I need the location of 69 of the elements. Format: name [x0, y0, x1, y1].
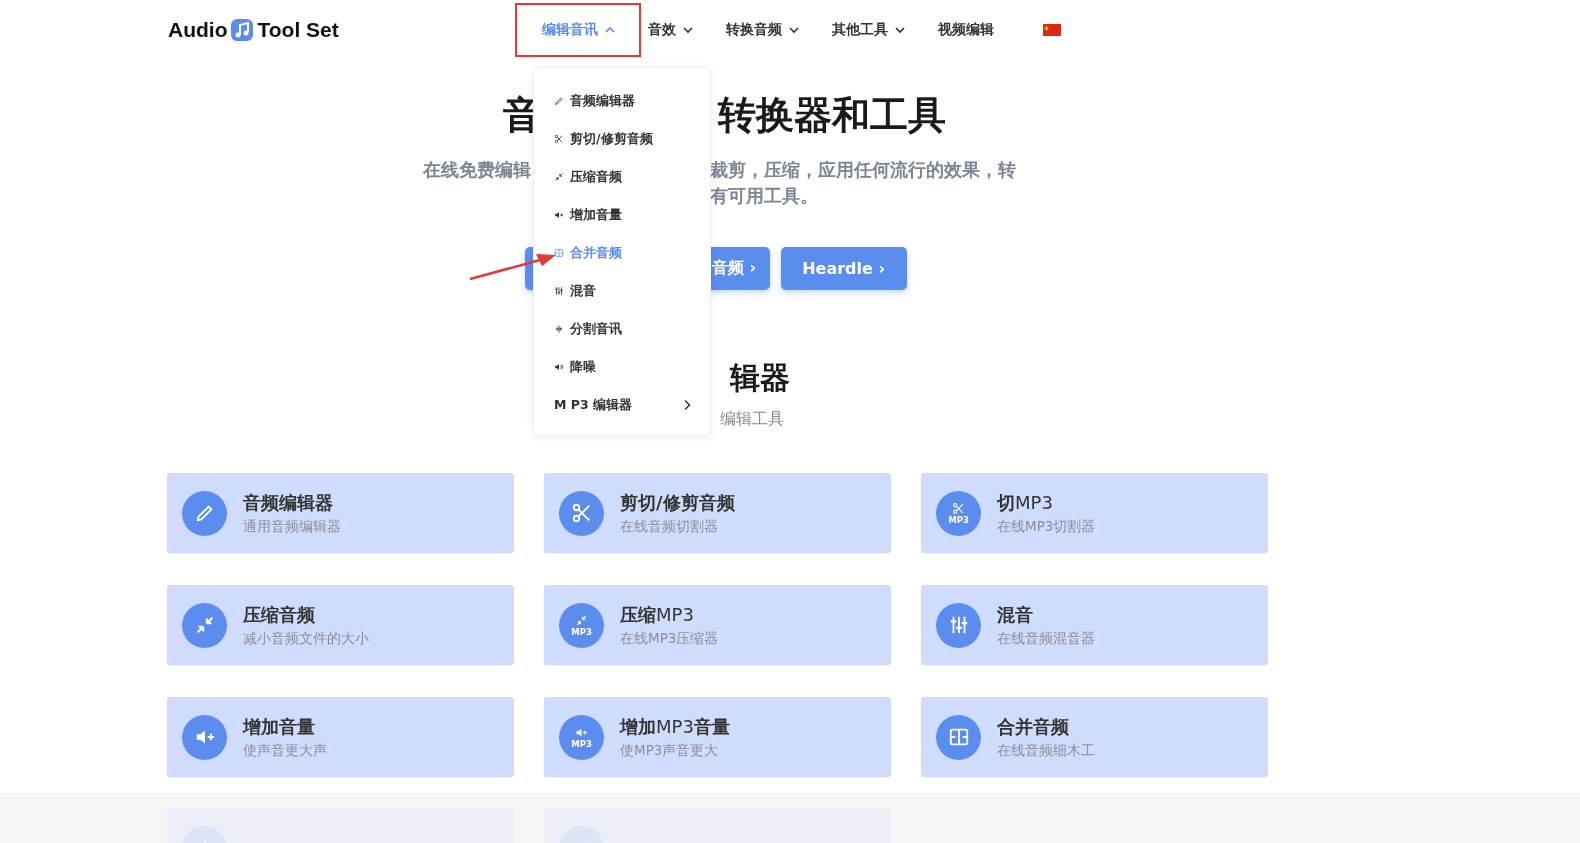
mp3-icon: MP3	[559, 602, 604, 648]
hero-title: 转换器和工具	[718, 92, 946, 138]
pencil-icon	[554, 96, 564, 106]
dropdown-item[interactable]: 音频编辑器	[534, 82, 710, 120]
card-title: 压缩音频	[243, 602, 316, 627]
card-title: 压缩MP3	[620, 602, 695, 627]
hero-subtitle: 裁剪，压缩，应用任何流行的效果，转	[710, 158, 1016, 182]
sliders-icon	[936, 602, 981, 648]
dropdown-item[interactable]: 剪切/修剪音频	[534, 120, 710, 158]
dropdown-item[interactable]: 压缩音频	[534, 158, 710, 196]
card-title: 混音	[997, 602, 1034, 627]
logo-text[interactable]: Audio	[168, 18, 228, 42]
card-title: 切MP3	[997, 490, 1054, 515]
volume-plus-icon	[554, 210, 564, 220]
scissors-icon	[559, 490, 604, 536]
tool-card[interactable]: 音频编辑器 通用音频编辑器	[167, 473, 514, 553]
tool-card[interactable]: 混音 在线音频混音器	[921, 585, 1268, 665]
card-description: 使声音更大声	[243, 741, 327, 760]
flag-icon[interactable]	[1042, 24, 1061, 36]
chevron-right-icon	[682, 399, 692, 411]
tool-card[interactable]: MP3 增加MP3音量 使MP3声音更大	[544, 697, 891, 777]
card-description: 通用音频编辑器	[243, 517, 341, 536]
mp3-icon: MP3	[936, 490, 981, 536]
music-note-icon[interactable]	[230, 18, 255, 42]
card-description: 在线音频混音器	[997, 629, 1095, 648]
tool-card[interactable]: 剪切/修剪音频 在线音频切割器	[544, 473, 891, 553]
speaker-icon	[554, 362, 564, 372]
card-title: 增加MP3音量	[620, 714, 730, 739]
hero-subtitle: 在线免费编辑	[423, 158, 531, 182]
card-description: 使MP3声音更大	[620, 741, 720, 760]
volume-plus-icon	[182, 714, 227, 760]
pencil-icon	[182, 490, 227, 536]
mp3-icon: MP3	[559, 714, 604, 760]
merge-icon	[936, 714, 981, 760]
tool-card[interactable]: 压缩音频 减小音频文件的大小	[167, 585, 514, 665]
dropdown-item[interactable]: 降噪	[534, 348, 710, 386]
card-description: 在线音频细木工	[997, 741, 1095, 760]
caret-icon	[787, 24, 800, 36]
card-description: 减小音频文件的大小	[243, 629, 369, 648]
logo-text[interactable]: Tool Set	[257, 18, 339, 42]
card-title: 合并音频	[997, 714, 1070, 739]
section-subtitle: 编辑工具	[720, 408, 784, 430]
nav-menu-item[interactable]: 音效	[647, 21, 694, 39]
merge-icon	[554, 248, 564, 258]
split-icon	[554, 324, 564, 334]
card-title: 剪切/修剪音频	[620, 490, 735, 515]
caret-icon	[893, 24, 906, 36]
card-title: 增加音量	[243, 714, 316, 739]
card-description: 在线MP3压缩器	[620, 629, 719, 648]
scissors-icon	[554, 134, 564, 144]
tool-card[interactable]: MP3 压缩MP3 在线MP3压缩器	[544, 585, 891, 665]
dropdown-item[interactable]: M P3 编辑器	[534, 386, 710, 424]
tool-card[interactable]: MP3 切MP3 在线MP3切割器	[921, 473, 1268, 553]
nav-link[interactable]: 视频编辑	[937, 21, 994, 39]
nav-menu-item[interactable]: 转换音频	[725, 21, 800, 39]
dropdown-item[interactable]: 增加音量	[534, 196, 710, 234]
dropdown-item[interactable]: 分割音讯	[534, 310, 710, 348]
card-description: 在线MP3切割器	[997, 517, 1096, 536]
hero-subtitle: 有可用工具。	[710, 184, 818, 208]
tool-card[interactable]: 增加音量 使声音更大声	[167, 697, 514, 777]
nav-menu-item[interactable]: 其他工具	[831, 21, 906, 39]
tool-card[interactable]: 合并音频 在线音频细木工	[921, 697, 1268, 777]
compress-icon	[554, 172, 564, 182]
compress-icon	[182, 602, 227, 648]
section-title: 辑器	[730, 359, 790, 397]
card-title: 音频编辑器	[243, 490, 334, 515]
card-description: 在线音频切割器	[620, 517, 719, 536]
sliders-icon	[554, 286, 564, 296]
caret-icon	[681, 24, 694, 36]
